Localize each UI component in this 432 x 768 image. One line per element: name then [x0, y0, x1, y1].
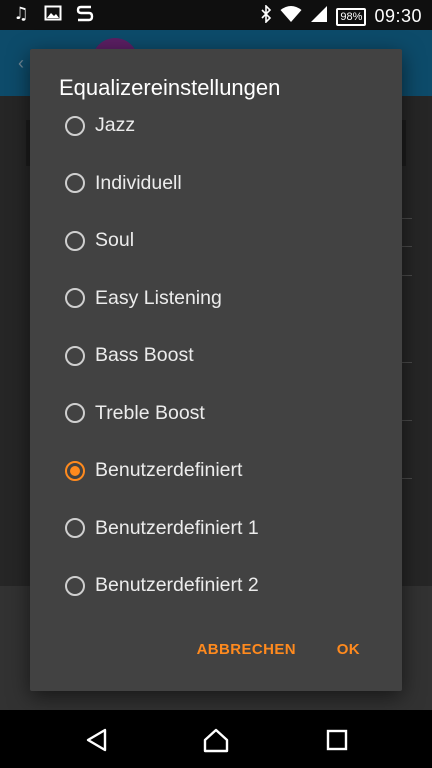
bluetooth-icon — [260, 4, 272, 28]
status-bar: ♫ 98% 09:30 — [0, 0, 432, 30]
option-label: Easy Listening — [95, 286, 222, 309]
recents-icon[interactable] — [324, 727, 350, 753]
battery-indicator: 98% — [336, 7, 367, 26]
status-left-icons: ♫ — [12, 4, 94, 24]
radio-button[interactable] — [65, 115, 85, 136]
status-right-icons: 98% 09:30 — [260, 4, 422, 28]
option-bass-boost[interactable]: Bass Boost — [30, 327, 402, 385]
option-individuell[interactable]: Individuell — [30, 155, 402, 213]
option-label: Treble Boost — [95, 401, 205, 424]
option-benutzerdefiniert-2[interactable]: Benutzerdefiniert 2 — [30, 557, 402, 615]
radio-button[interactable] — [65, 288, 85, 309]
cancel-button[interactable]: ABBRECHEN — [197, 641, 296, 658]
music-note-icon: ♫ — [13, 4, 29, 24]
option-label: Jazz — [95, 114, 136, 137]
wifi-icon — [280, 5, 302, 28]
app-s-icon — [76, 4, 94, 24]
option-treble-boost[interactable]: Treble Boost — [30, 385, 402, 443]
app-back-arrow-icon: ‹ — [18, 53, 24, 73]
navigation-bar — [0, 710, 432, 768]
back-icon[interactable] — [84, 727, 110, 753]
radio-button[interactable] — [65, 230, 85, 251]
radio-button[interactable] — [65, 518, 85, 539]
option-jazz[interactable]: Jazz — [30, 97, 402, 155]
signal-icon — [310, 5, 328, 28]
radio-button[interactable] — [65, 403, 85, 424]
radio-button[interactable] — [65, 345, 85, 366]
option-soul[interactable]: Soul — [30, 212, 402, 270]
option-label: Soul — [95, 229, 135, 252]
screen: ‹ ♫ 98% 09:30 Equalizereinstellungen Jaz… — [0, 0, 432, 768]
option-label: Benutzerdefiniert — [95, 459, 243, 482]
radio-button[interactable] — [65, 575, 85, 596]
radio-button[interactable] — [65, 173, 85, 194]
equalizer-options-list: Jazz Individuell Soul Easy Listening Bas… — [30, 97, 402, 615]
clock: 09:30 — [374, 6, 422, 26]
radio-button[interactable] — [65, 460, 85, 481]
option-label: Benutzerdefiniert 1 — [95, 516, 259, 539]
equalizer-dialog: Equalizereinstellungen Jazz Individuell … — [30, 49, 402, 691]
ok-button[interactable]: OK — [337, 641, 360, 658]
option-label: Bass Boost — [95, 344, 194, 367]
option-benutzerdefiniert[interactable]: Benutzerdefiniert — [30, 442, 402, 500]
option-easy-listening[interactable]: Easy Listening — [30, 270, 402, 328]
home-icon[interactable] — [203, 727, 229, 753]
option-benutzerdefiniert-1[interactable]: Benutzerdefiniert 1 — [30, 500, 402, 558]
option-label: Individuell — [95, 171, 182, 194]
image-icon — [44, 4, 62, 24]
option-label: Benutzerdefiniert 2 — [95, 574, 259, 597]
